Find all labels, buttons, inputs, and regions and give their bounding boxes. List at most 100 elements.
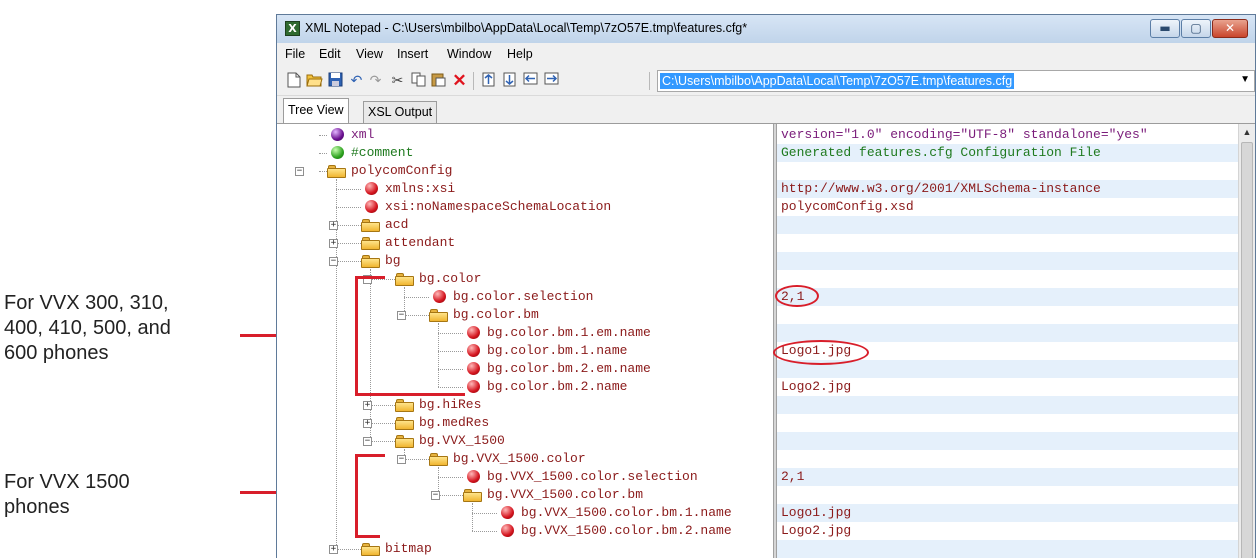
- tree-row[interactable]: − polycomConfig: [277, 162, 773, 180]
- tree-node-label[interactable]: bg.color.bm.1.name: [487, 343, 627, 359]
- value-row[interactable]: 2,1: [777, 468, 1238, 486]
- value-row[interactable]: [777, 324, 1238, 342]
- location-path[interactable]: C:\Users\mbilbo\AppData\Local\Temp\7zO57…: [660, 73, 1015, 89]
- tree-row[interactable]: + bg.hiRes: [277, 396, 773, 414]
- tree-node-label[interactable]: bg.VVX_1500.color.bm.2.name: [521, 523, 732, 539]
- value-row[interactable]: [777, 396, 1238, 414]
- tree-row[interactable]: bg.color.bm.1.name: [277, 342, 773, 360]
- node-value[interactable]: Logo2.jpg: [781, 379, 851, 395]
- tree-row[interactable]: xml: [277, 126, 773, 144]
- tree-row[interactable]: bg.VVX_1500.color.bm.1.name: [277, 504, 773, 522]
- nudge-left-icon[interactable]: [522, 72, 539, 89]
- value-row[interactable]: Generated features.cfg Configuration Fil…: [777, 144, 1238, 162]
- value-row[interactable]: Logo2.jpg: [777, 378, 1238, 396]
- value-row[interactable]: version="1.0" encoding="UTF-8" standalon…: [777, 126, 1238, 144]
- nudge-up-icon[interactable]: [480, 72, 497, 89]
- collapse-icon[interactable]: −: [397, 311, 406, 320]
- value-row[interactable]: 2,1: [777, 288, 1238, 306]
- node-value[interactable]: http://www.w3.org/2001/XMLSchema-instanc…: [781, 181, 1101, 197]
- tree-row[interactable]: xmlns:xsi: [277, 180, 773, 198]
- redo-icon[interactable]: ↷: [367, 72, 384, 89]
- tree-node-label[interactable]: xsi:noNamespaceSchemaLocation: [385, 199, 611, 215]
- nudge-down-icon[interactable]: [501, 72, 518, 89]
- value-row[interactable]: [777, 414, 1238, 432]
- menu-view[interactable]: View: [356, 47, 383, 61]
- node-value[interactable]: Generated features.cfg Configuration Fil…: [781, 145, 1101, 161]
- tab-xsl-output[interactable]: XSL Output: [363, 101, 438, 123]
- value-row[interactable]: Logo2.jpg: [777, 522, 1238, 540]
- expand-icon[interactable]: +: [363, 419, 372, 428]
- menu-file[interactable]: File: [285, 47, 305, 61]
- value-row[interactable]: [777, 216, 1238, 234]
- tree-node-label[interactable]: bg.VVX_1500.color.bm.1.name: [521, 505, 732, 521]
- vertical-scrollbar[interactable]: ▲: [1238, 124, 1255, 558]
- tree-row[interactable]: #comment: [277, 144, 773, 162]
- tree-row[interactable]: bg.color.bm.2.name: [277, 378, 773, 396]
- undo-icon[interactable]: ↶: [348, 72, 365, 89]
- nudge-right-icon[interactable]: [543, 72, 560, 89]
- tree-node-label[interactable]: bg.VVX_1500: [419, 433, 505, 449]
- maximize-button[interactable]: ▢: [1181, 19, 1211, 38]
- menu-window[interactable]: Window: [447, 47, 491, 61]
- tree-node-label[interactable]: xml: [351, 127, 374, 143]
- collapse-icon[interactable]: −: [431, 491, 440, 500]
- value-row[interactable]: [777, 540, 1238, 558]
- expand-icon[interactable]: +: [329, 545, 338, 554]
- tree-row[interactable]: bg.color.bm.1.em.name: [277, 324, 773, 342]
- value-row[interactable]: [777, 450, 1238, 468]
- value-row[interactable]: [777, 306, 1238, 324]
- value-row[interactable]: polycomConfig.xsd: [777, 198, 1238, 216]
- tree-row[interactable]: + bg.medRes: [277, 414, 773, 432]
- menu-insert[interactable]: Insert: [397, 47, 428, 61]
- tree-node-label[interactable]: bg.color.bm.2.em.name: [487, 361, 651, 377]
- tree-row[interactable]: − bg.color: [277, 270, 773, 288]
- paste-icon[interactable]: [430, 72, 447, 89]
- expand-icon[interactable]: +: [329, 221, 338, 230]
- tree-node-label[interactable]: xmlns:xsi: [385, 181, 455, 197]
- tree-row[interactable]: bg.color.bm.2.em.name: [277, 360, 773, 378]
- minimize-button[interactable]: ▬: [1150, 19, 1180, 38]
- tree-row[interactable]: − bg.VVX_1500.color: [277, 450, 773, 468]
- tree-node-label[interactable]: bg.VVX_1500.color: [453, 451, 586, 467]
- tree-row[interactable]: − bg.VVX_1500: [277, 432, 773, 450]
- tree-node-label[interactable]: bg.color.bm.1.em.name: [487, 325, 651, 341]
- scroll-up-arrow[interactable]: ▲: [1239, 124, 1255, 141]
- open-icon[interactable]: [306, 72, 323, 89]
- cut-icon[interactable]: ✂: [389, 72, 406, 89]
- tree-node-label[interactable]: acd: [385, 217, 408, 233]
- value-row[interactable]: [777, 234, 1238, 252]
- tree-node-label[interactable]: #comment: [351, 145, 413, 161]
- tree-row[interactable]: bg.VVX_1500.color.bm.2.name: [277, 522, 773, 540]
- value-row[interactable]: [777, 252, 1238, 270]
- collapse-icon[interactable]: −: [397, 455, 406, 464]
- value-row[interactable]: Logo1.jpg: [777, 504, 1238, 522]
- tree-row[interactable]: − bg: [277, 252, 773, 270]
- tree-row[interactable]: + acd: [277, 216, 773, 234]
- tree-node-label[interactable]: bg.color.bm.2.name: [487, 379, 627, 395]
- collapse-icon[interactable]: −: [363, 437, 372, 446]
- tree-node-label[interactable]: bg.color.bm: [453, 307, 539, 323]
- expand-icon[interactable]: +: [329, 239, 338, 248]
- value-row[interactable]: [777, 162, 1238, 180]
- tree-row[interactable]: xsi:noNamespaceSchemaLocation: [277, 198, 773, 216]
- tree-row[interactable]: + bitmap: [277, 540, 773, 558]
- tree-node-label[interactable]: bg.color: [419, 271, 481, 287]
- copy-icon[interactable]: [410, 72, 427, 89]
- value-row[interactable]: [777, 486, 1238, 504]
- scroll-thumb[interactable]: [1241, 142, 1253, 558]
- value-row[interactable]: http://www.w3.org/2001/XMLSchema-instanc…: [777, 180, 1238, 198]
- node-value[interactable]: Logo2.jpg: [781, 523, 851, 539]
- tree-node-label[interactable]: bg: [385, 253, 401, 269]
- node-value[interactable]: version="1.0" encoding="UTF-8" standalon…: [781, 127, 1148, 143]
- value-row[interactable]: [777, 270, 1238, 288]
- tree-row[interactable]: + attendant: [277, 234, 773, 252]
- chevron-down-icon[interactable]: ▼: [1240, 74, 1250, 85]
- tree-node-label[interactable]: bg.hiRes: [419, 397, 481, 413]
- collapse-icon[interactable]: −: [295, 167, 304, 176]
- tree-node-label[interactable]: bg.medRes: [419, 415, 489, 431]
- node-value[interactable]: 2,1: [781, 469, 804, 485]
- delete-icon[interactable]: ✕: [451, 72, 468, 89]
- tree-node-label[interactable]: polycomConfig: [351, 163, 452, 179]
- tree-node-label[interactable]: bg.VVX_1500.color.bm: [487, 487, 643, 503]
- tree-node-label[interactable]: attendant: [385, 235, 455, 251]
